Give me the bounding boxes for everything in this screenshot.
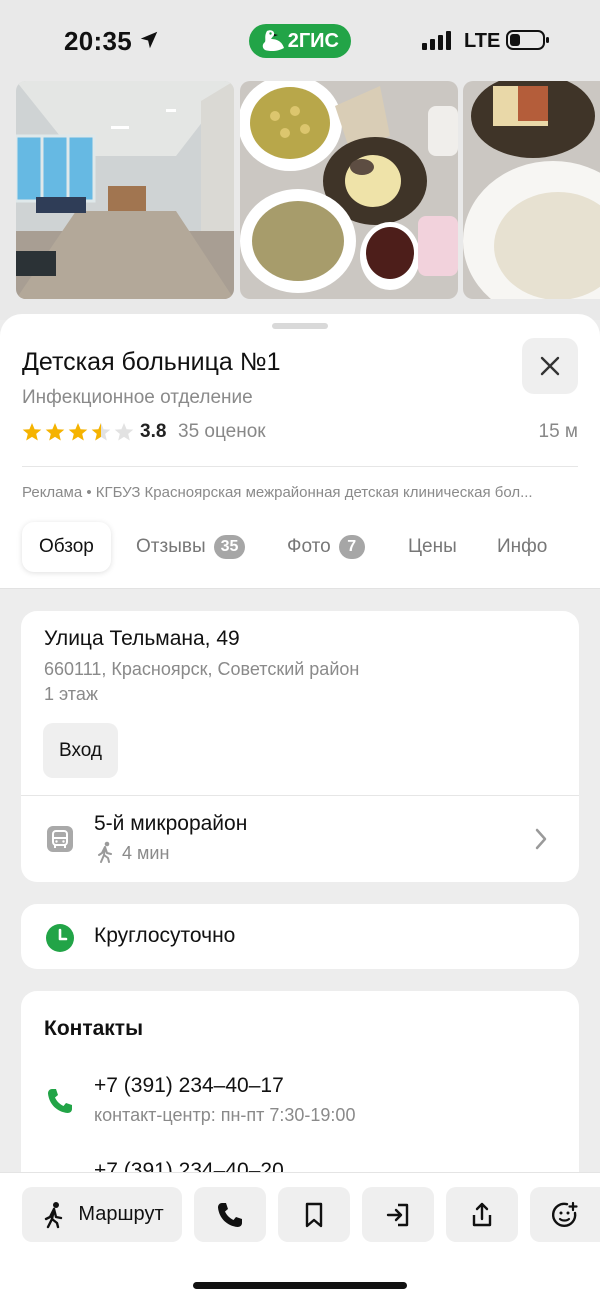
route-label: Маршрут — [78, 1203, 164, 1225]
network-type: LTE — [464, 30, 501, 52]
route-button[interactable]: Маршрут — [22, 1187, 182, 1242]
review-button[interactable] — [530, 1187, 600, 1242]
close-icon — [540, 356, 560, 376]
transit-stop-name[interactable]: 5-й микрорайон — [94, 812, 247, 836]
entry-button[interactable]: Вход — [43, 723, 118, 778]
photos-count-badge: 7 — [338, 535, 365, 559]
reviews-count-badge: 35 — [213, 535, 246, 559]
close-button[interactable] — [522, 338, 578, 394]
cellular-signal-icon — [422, 31, 451, 50]
place-subtitle: Инфекционное отделение — [22, 387, 253, 408]
bus-stop-icon — [47, 826, 73, 852]
bookmark-icon — [305, 1202, 323, 1227]
share-button[interactable] — [446, 1187, 518, 1242]
address-card: Улица Тельмана, 49 660111, Красноярск, С… — [21, 611, 579, 882]
sheet-grabber[interactable] — [272, 323, 328, 329]
opening-hours: Круглосуточно — [94, 924, 236, 947]
entrance-button[interactable] — [362, 1187, 434, 1242]
distance: 15 м — [538, 421, 578, 442]
rating-stars-icon — [22, 423, 134, 441]
share-icon — [472, 1202, 492, 1226]
divider — [21, 795, 579, 796]
contacts-title: Контакты — [44, 1017, 144, 1040]
call-button[interactable] — [194, 1187, 266, 1242]
enter-icon — [386, 1203, 409, 1226]
hospital-corridor-photo-icon — [16, 81, 234, 299]
rating-value: 3.8 — [140, 421, 167, 442]
add-review-icon — [552, 1201, 578, 1227]
place-title: Детская больница №1 — [22, 348, 281, 376]
address-city: 660111, Красноярск, Советский район — [44, 659, 360, 679]
place-card-sheet: Детская больница №1 Инфекционное отделен… — [0, 314, 600, 1300]
phone-icon — [218, 1202, 242, 1227]
tab-label: Отзывы — [136, 536, 206, 557]
hospital-food-photo-icon — [240, 81, 458, 299]
ad-text: • КГБУЗ Красноярская межрайонная детская… — [86, 484, 533, 501]
battery-icon — [506, 30, 549, 50]
bottom-action-bar: Маршрут — [0, 1172, 600, 1300]
phone-number-1-note: контакт-центр: пн-пт 7:30-19:00 — [94, 1105, 356, 1125]
walk-time: 4 мин — [122, 843, 170, 863]
phone-number-1[interactable]: +7 (391) 234‒40‒17 — [94, 1074, 284, 1098]
tab-label: Цены — [408, 536, 457, 557]
phone-icon — [48, 1089, 72, 1113]
walking-icon — [98, 841, 112, 863]
rating-row[interactable]: 3.8 35 оценок 15 м — [22, 419, 578, 445]
address-street[interactable]: Улица Тельмана, 49 — [44, 627, 240, 651]
location-arrow-icon — [140, 31, 158, 49]
hospital-porridge-photo-icon — [463, 81, 600, 299]
status-time: 20:35 — [64, 26, 132, 56]
tab-label: Фото — [287, 536, 331, 557]
tab-label: Обзор — [39, 536, 94, 557]
tab-photos[interactable]: Фото 7 — [287, 522, 365, 572]
app-badge-label: 2ГИС — [287, 29, 339, 52]
goose-logo-icon — [262, 30, 284, 52]
hours-card[interactable]: Круглосуточно — [21, 904, 579, 969]
app-badge[interactable]: 2ГИС — [249, 24, 351, 58]
walking-route-icon — [45, 1201, 63, 1228]
tab-info[interactable]: Инфо — [497, 522, 547, 572]
status-bar: 20:35 2ГИС LTE — [0, 0, 600, 80]
tab-label: Инфо — [497, 536, 548, 557]
tab-bar: Обзор Отзывы 35 Фото 7 Цены Инфо — [22, 522, 600, 572]
tab-reviews[interactable]: Отзывы 35 — [136, 522, 246, 572]
rating-count[interactable]: 35 оценок — [178, 421, 266, 443]
address-floor: 1 этаж — [44, 684, 98, 704]
photo-porridge[interactable] — [463, 81, 600, 299]
divider — [22, 466, 578, 467]
bookmark-button[interactable] — [278, 1187, 350, 1242]
photo-corridor[interactable] — [16, 81, 234, 299]
tab-overview[interactable]: Обзор — [22, 522, 111, 572]
tab-prices[interactable]: Цены — [408, 522, 457, 572]
photo-food[interactable] — [240, 81, 458, 299]
ad-label: Реклама — [22, 484, 83, 501]
home-indicator[interactable] — [193, 1282, 407, 1289]
ad-line[interactable]: Реклама • КГБУЗ Красноярская межрайонная… — [22, 484, 578, 501]
photo-gallery[interactable] — [0, 80, 600, 320]
chevron-right-icon[interactable] — [533, 827, 549, 851]
clock-icon — [46, 924, 74, 952]
